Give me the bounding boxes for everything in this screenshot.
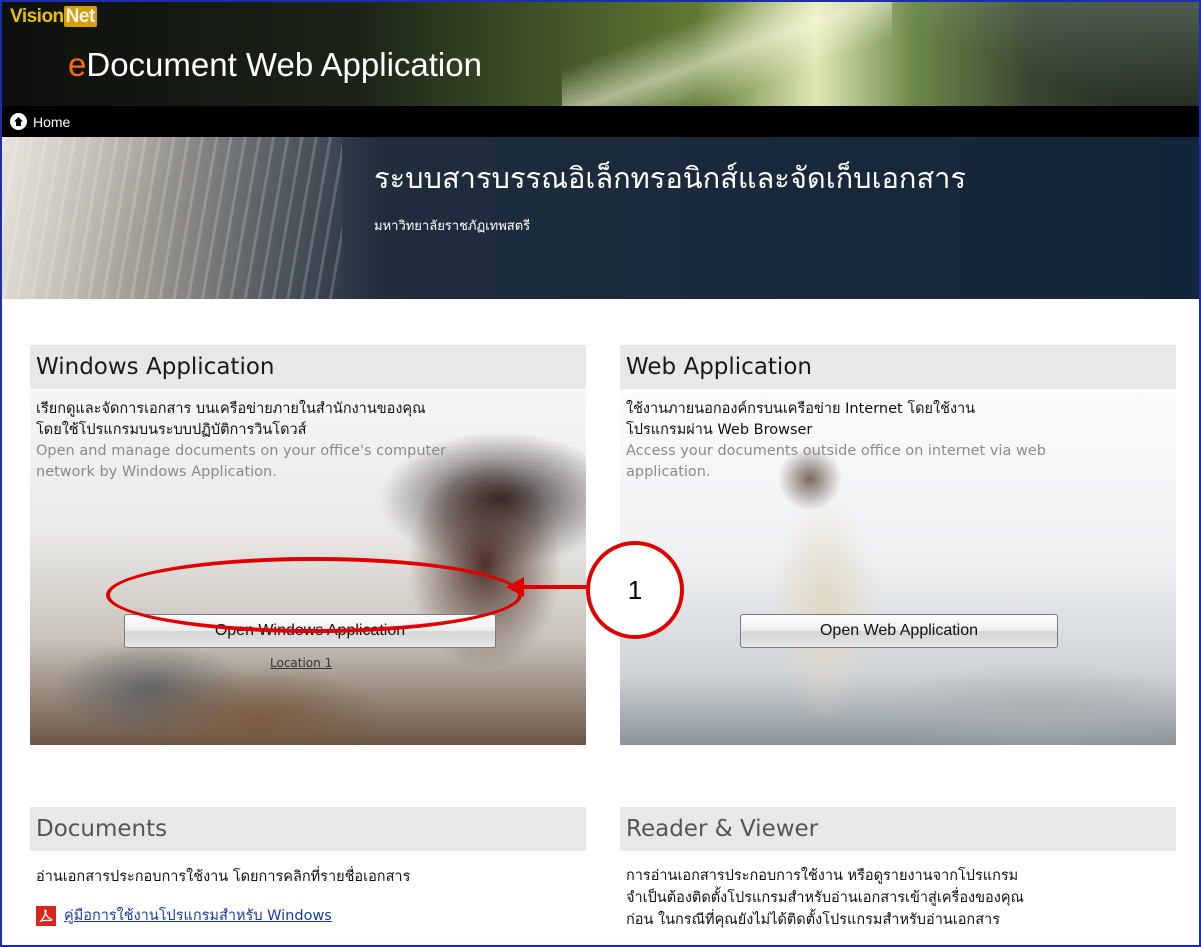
home-link[interactable]: Home [10,113,70,130]
windows-manual-link[interactable]: คู่มือการใช้งานโปรแกรมสำหรับ Windows [36,904,580,927]
reader-viewer-panel: Reader & Viewer การอ่านเอกสารประกอบการใช… [620,807,1176,931]
hero-image [2,137,342,299]
visionnet-logo: Vision Net [10,6,97,27]
documents-panel-heading: Documents [30,807,586,851]
documents-description: อ่านเอกสารประกอบการใช้งาน โดยการคลิกที่ร… [36,869,411,885]
header-banner: Vision Net eDocument Web Application [2,2,1199,106]
home-label: Home [33,113,71,130]
hero-title: ระบบสารบรรณอิเล็กทรอนิกส์และจัดเก็บเอกสา… [374,161,967,195]
app-title: eDocument Web Application [68,46,482,83]
web-application-panel: Web Application ใช้งานภายนอกองค์กรบนเครื… [620,345,1176,745]
open-web-application-button[interactable]: Open Web Application [740,614,1058,648]
highlight-ellipse [106,557,522,633]
annotation-marker: 1 [586,541,684,639]
location-link[interactable]: Location 1 [270,656,332,670]
page-frame: Vision Net eDocument Web Application Home… [0,0,1201,947]
reader-panel-heading: Reader & Viewer [620,807,1176,851]
annotation-arrow-icon [506,577,590,597]
pdf-icon [36,905,56,926]
hero-banner: ระบบสารบรรณอิเล็กทรอนิกส์และจัดเก็บเอกสา… [2,137,1199,299]
home-icon [10,113,27,130]
hero-subtitle: มหาวิทยาลัยราชภัฏเทพสตรี [374,219,531,234]
nav-bar: Home [2,106,1199,137]
reader-description: การอ่านเอกสารประกอบการใช้งาน หรือดูรายงา… [626,868,1024,928]
windows-manual-label: คู่มือการใช้งานโปรแกรมสำหรับ Windows [64,908,332,924]
windows-application-panel: Windows Application เรียกดูและจัดการเอกส… [30,345,586,745]
windows-panel-heading: Windows Application [30,345,586,389]
web-panel-heading: Web Application [620,345,1176,389]
documents-panel: Documents อ่านเอกสารประกอบการใช้งาน โดยก… [30,807,586,927]
